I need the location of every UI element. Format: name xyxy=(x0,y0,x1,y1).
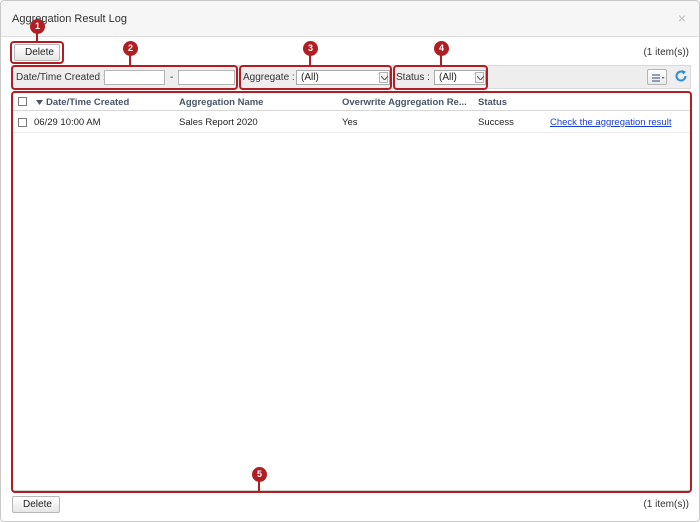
callout-marker-3: 3 xyxy=(303,41,318,56)
date-range-separator: - xyxy=(170,72,174,83)
callout-marker-5: 5 xyxy=(252,467,267,482)
aggregate-select[interactable]: (All) xyxy=(296,70,390,85)
callout-stem-5 xyxy=(258,481,260,492)
column-header-aggregation-name[interactable]: Aggregation Name xyxy=(179,97,263,108)
delete-button-bottom[interactable]: Delete xyxy=(12,496,60,513)
check-result-link[interactable]: Check the aggregation result xyxy=(550,117,671,128)
aggregation-result-log-dialog: Aggregation Result Log × Delete (1 item(… xyxy=(0,0,700,522)
date-from-input[interactable] xyxy=(104,70,165,85)
status-select[interactable]: (All) xyxy=(434,70,486,85)
callout-marker-1: 1 xyxy=(30,19,45,34)
column-menu-button[interactable] xyxy=(647,69,667,85)
cell-date-created: 06/29 10:00 AM xyxy=(34,117,101,128)
cell-aggregation-name: Sales Report 2020 xyxy=(179,117,258,128)
column-header-date-created[interactable]: Date/Time Created xyxy=(46,97,129,108)
chevron-down-icon xyxy=(475,72,484,83)
status-label: Status : xyxy=(396,72,430,83)
cell-overwrite: Yes xyxy=(342,117,358,128)
delete-button-top[interactable]: Delete xyxy=(14,44,60,61)
column-header-overwrite[interactable]: Overwrite Aggregation Re... xyxy=(342,97,472,108)
callout-marker-2: 2 xyxy=(123,41,138,56)
dialog-titlebar: Aggregation Result Log × xyxy=(1,1,699,37)
date-to-input[interactable] xyxy=(178,70,235,85)
sort-desc-icon xyxy=(36,100,43,105)
item-count-top: (1 item(s)) xyxy=(643,47,689,58)
dialog-title: Aggregation Result Log xyxy=(12,13,127,25)
cell-status: Success xyxy=(478,117,514,128)
table-header: Date/Time Created Aggregation Name Overw… xyxy=(13,93,690,111)
callout-marker-4: 4 xyxy=(434,41,449,56)
date-created-label: Date/Time Created : xyxy=(16,72,106,83)
row-checkbox[interactable] xyxy=(18,118,27,127)
list-menu-icon xyxy=(652,74,665,82)
item-count-bottom: (1 item(s)) xyxy=(643,499,689,510)
aggregate-selected-value: (All) xyxy=(301,72,319,83)
close-icon[interactable]: × xyxy=(675,10,689,26)
chevron-down-icon xyxy=(379,72,388,83)
select-all-checkbox[interactable] xyxy=(18,97,27,106)
aggregate-label: Aggregate : xyxy=(243,72,295,83)
result-log-table: Date/Time Created Aggregation Name Overw… xyxy=(12,92,691,491)
refresh-icon[interactable] xyxy=(673,68,689,84)
column-header-status[interactable]: Status xyxy=(478,97,507,108)
table-row[interactable]: 06/29 10:00 AM Sales Report 2020 Yes Suc… xyxy=(13,112,690,133)
status-selected-value: (All) xyxy=(439,72,457,83)
